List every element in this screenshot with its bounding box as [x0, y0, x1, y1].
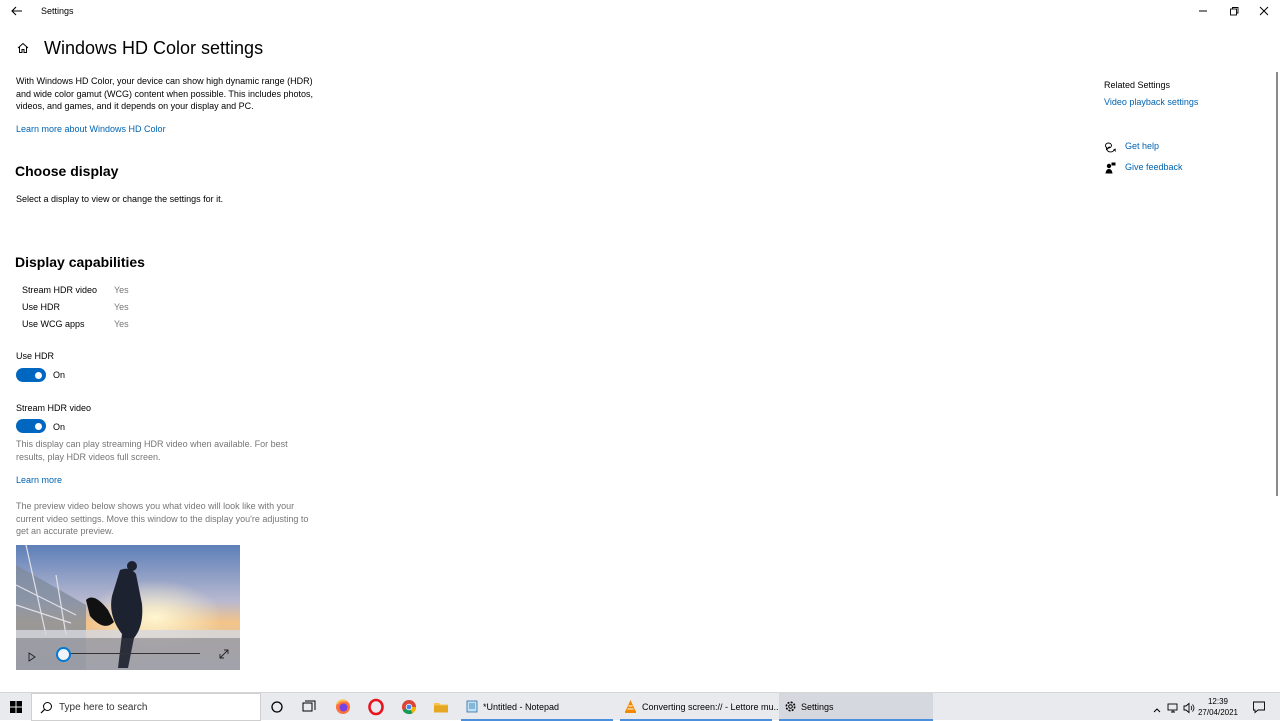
- scrollbar[interactable]: [1276, 72, 1278, 496]
- taskbar-item-settings[interactable]: Settings: [779, 693, 933, 721]
- video-playback-settings-link[interactable]: Video playback settings: [1104, 97, 1198, 107]
- capability-label: Use WCG apps: [22, 319, 85, 329]
- seek-thumb[interactable]: [56, 647, 71, 662]
- capability-label: Use HDR: [22, 302, 61, 312]
- file-explorer-icon[interactable]: [432, 698, 450, 716]
- taskbar-item-vlc[interactable]: Converting screen:// - Lettore mu...: [620, 693, 781, 721]
- use-hdr-toggle[interactable]: [16, 368, 46, 382]
- windows-start-icon[interactable]: [7, 698, 25, 716]
- play-icon[interactable]: [27, 649, 37, 667]
- volume-icon[interactable]: [1183, 701, 1195, 719]
- stream-hdr-description: This display can play streaming HDR vide…: [16, 439, 288, 462]
- back-arrow-icon[interactable]: [10, 4, 24, 18]
- taskbar: Type here to search *Untitled - Notepad …: [0, 692, 1280, 721]
- title-bar: Settings: [0, 0, 1280, 24]
- fullscreen-icon[interactable]: [218, 647, 230, 665]
- give-feedback-link[interactable]: Give feedback: [1125, 162, 1183, 172]
- choose-display-description: Select a display to view or change the s…: [16, 194, 224, 204]
- page-title: Windows HD Color settings: [44, 38, 264, 58]
- taskbar-item-label: *Untitled - Notepad: [483, 702, 560, 712]
- notification-icon[interactable]: [1252, 700, 1266, 719]
- capability-value: Yes: [114, 285, 129, 295]
- toggle-knob: [35, 371, 42, 379]
- stream-hdr-label: Stream HDR video: [16, 403, 92, 413]
- hdr-preview-video[interactable]: [16, 545, 240, 670]
- network-icon[interactable]: [1167, 701, 1179, 719]
- close-icon[interactable]: [1257, 4, 1271, 18]
- notepad-icon: [465, 699, 480, 716]
- seek-track[interactable]: [64, 653, 200, 654]
- use-hdr-label: Use HDR: [16, 351, 55, 361]
- related-settings-heading: Related Settings: [1104, 80, 1171, 90]
- settings-content: Windows HD Color settings With Windows H…: [0, 24, 1280, 692]
- display-capabilities-heading: Display capabilities: [15, 254, 145, 270]
- taskbar-item-notepad[interactable]: *Untitled - Notepad: [461, 693, 613, 721]
- give-feedback-icon: [1104, 161, 1116, 174]
- clock-time: 12:39: [1207, 697, 1228, 706]
- choose-display-heading: Choose display: [15, 163, 119, 179]
- window-title: Settings: [41, 6, 74, 16]
- opera-icon[interactable]: [367, 698, 385, 716]
- learn-more-hd-color-link[interactable]: Learn more about Windows HD Color: [16, 124, 166, 134]
- preview-note: The preview video below shows you what v…: [16, 501, 309, 536]
- home-icon[interactable]: [16, 41, 30, 55]
- capability-label: Stream HDR video: [22, 285, 98, 295]
- capability-value: Yes: [114, 302, 129, 312]
- taskbar-item-label: Converting screen:// - Lettore mu...: [642, 702, 782, 712]
- minimize-icon[interactable]: [1196, 4, 1210, 18]
- get-help-icon: [1104, 140, 1116, 153]
- clock-date: 27/04/2021: [1197, 708, 1238, 717]
- toggle-knob: [35, 422, 42, 430]
- stream-hdr-toggle[interactable]: [16, 419, 46, 433]
- gear-icon: [783, 699, 798, 716]
- taskbar-clock[interactable]: 12:39 27/04/2021: [1198, 696, 1238, 718]
- chrome-icon[interactable]: [400, 698, 418, 716]
- taskbar-search-box[interactable]: Type here to search: [31, 693, 261, 721]
- vlc-icon: [623, 699, 638, 716]
- stream-hdr-state: On: [53, 422, 66, 432]
- search-placeholder: Type here to search: [59, 702, 148, 713]
- learn-more-link[interactable]: Learn more: [16, 475, 62, 485]
- intro-text: With Windows HD Color, your device can s…: [16, 76, 313, 111]
- video-controls: [16, 638, 240, 670]
- capability-value: Yes: [114, 319, 129, 329]
- chevron-up-icon[interactable]: [1152, 702, 1162, 720]
- search-icon: [40, 701, 53, 719]
- get-help-link[interactable]: Get help: [1125, 141, 1159, 151]
- taskbar-item-label: Settings: [801, 702, 834, 712]
- cortana-icon[interactable]: [268, 698, 286, 716]
- restore-icon[interactable]: [1227, 4, 1241, 18]
- firefox-icon[interactable]: [334, 698, 352, 716]
- use-hdr-state: On: [53, 370, 66, 380]
- task-view-icon[interactable]: [300, 698, 318, 716]
